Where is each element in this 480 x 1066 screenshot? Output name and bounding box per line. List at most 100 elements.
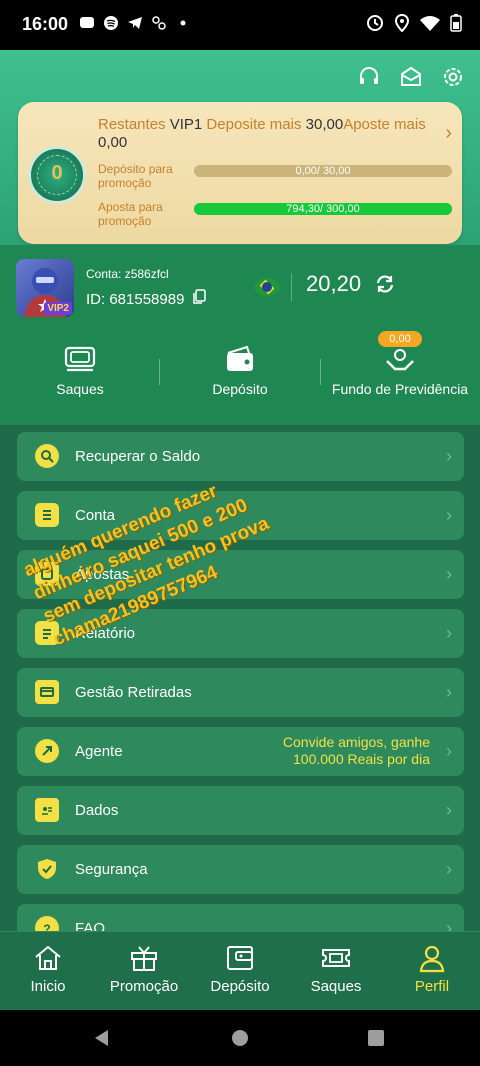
tab-perfil[interactable]: Perfil bbox=[384, 932, 480, 1010]
alarm-icon bbox=[366, 14, 384, 37]
account-value: z586zfcl bbox=[124, 267, 169, 281]
home-icon bbox=[32, 942, 64, 974]
app-screen: 0 Restantes VIP1 Deposite mais 30,00Apos… bbox=[0, 50, 480, 1010]
chevron-right-icon: › bbox=[446, 800, 452, 820]
bet-progress-bar: 794,30/ 300,00 bbox=[194, 203, 452, 215]
menu-item-gestao[interactable]: Gestão Retiradas › bbox=[17, 668, 464, 717]
account-label: Conta: bbox=[86, 267, 122, 281]
vip-level-number: 0 bbox=[51, 162, 63, 184]
bottom-tab-bar: Inicio Promoção Depósito Saques Perfil bbox=[0, 931, 480, 1010]
wifi-icon bbox=[420, 15, 440, 36]
menu-item-agente[interactable]: Agente Convide amigos, ganhe 100.000 Rea… bbox=[17, 727, 464, 776]
headset-icon[interactable] bbox=[357, 65, 381, 89]
divider bbox=[159, 359, 160, 385]
balance-value: 20,20 bbox=[306, 271, 362, 296]
ticket-icon bbox=[320, 942, 352, 974]
menu-label: Recuperar o Saldo bbox=[75, 448, 201, 465]
bet-more-amount: 0,00 bbox=[98, 134, 128, 151]
deposit-progress-label: Depósito para promoção bbox=[98, 162, 173, 190]
tab-promocao[interactable]: Promoção bbox=[96, 932, 192, 1010]
deposit-progress-row: Depósito para promoção 0,00/ 30,00 bbox=[98, 162, 452, 192]
settings-icon[interactable] bbox=[441, 65, 465, 89]
id-label: ID: bbox=[86, 290, 106, 308]
tab-label: Perfil bbox=[414, 978, 450, 995]
gift-icon bbox=[128, 942, 160, 974]
deposito-label: Depósito bbox=[212, 381, 268, 397]
chevron-right-icon[interactable]: › bbox=[445, 122, 452, 145]
bet-progress-row: Aposta para promoção 794,30/ 300,00 bbox=[98, 200, 452, 230]
fundo-button[interactable]: Fundo de Previdência bbox=[325, 331, 475, 425]
refresh-icon[interactable] bbox=[374, 273, 396, 295]
tab-inicio[interactable]: Inicio bbox=[0, 932, 96, 1010]
deposit-more-amount: 30,00 bbox=[305, 116, 344, 133]
chevron-right-icon: › bbox=[446, 682, 452, 702]
menu-item-dados[interactable]: Dados › bbox=[17, 786, 464, 835]
menu-item-seguranca[interactable]: Segurança › bbox=[17, 845, 464, 894]
notification-icon bbox=[78, 14, 96, 32]
profile-header: 0 Restantes VIP1 Deposite mais 30,00Apos… bbox=[0, 50, 480, 245]
vip-card[interactable]: 0 Restantes VIP1 Deposite mais 30,00Apos… bbox=[18, 102, 462, 244]
copy-icon[interactable] bbox=[192, 289, 207, 309]
agent-promo-text: Convide amigos, ganhe 100.000 Reais por … bbox=[282, 734, 430, 767]
chevron-right-icon: › bbox=[446, 859, 452, 879]
home-nav-icon[interactable] bbox=[230, 1028, 250, 1048]
chevron-right-icon: › bbox=[446, 505, 452, 525]
bet-more-label: Aposte mais bbox=[343, 116, 426, 133]
list-icon bbox=[35, 503, 59, 527]
cash-icon bbox=[63, 343, 97, 377]
bet-progress-label: Aposta para promoção bbox=[98, 200, 163, 228]
chevron-right-icon: › bbox=[446, 741, 452, 761]
shield-icon bbox=[35, 857, 59, 881]
recents-icon[interactable] bbox=[366, 1028, 386, 1048]
clock: 16:00 bbox=[22, 14, 69, 34]
back-icon[interactable] bbox=[92, 1028, 112, 1048]
account-line: Conta: z586zfcl bbox=[86, 267, 169, 281]
menu-label: Gestão Retiradas bbox=[75, 684, 192, 701]
person-icon bbox=[416, 942, 448, 974]
brazil-flag-icon bbox=[254, 278, 280, 296]
battery-icon bbox=[450, 14, 462, 37]
chevron-right-icon: › bbox=[446, 564, 452, 584]
chevron-right-icon: › bbox=[446, 446, 452, 466]
tab-label: Inicio bbox=[30, 978, 66, 995]
app-icon bbox=[150, 14, 168, 32]
deposit-more-label: Deposite mais bbox=[206, 116, 302, 133]
wallet-icon bbox=[223, 343, 257, 377]
tab-label: Depósito bbox=[210, 978, 270, 995]
vip-level-badge: 0 bbox=[28, 146, 86, 204]
quick-actions: Saques Depósito 0,00 Fundo de Previdênci… bbox=[0, 331, 480, 425]
avatar-vip-badge: VIP2 bbox=[44, 302, 72, 315]
menu-label: Agente bbox=[75, 743, 123, 760]
status-bar: 16:00 bbox=[0, 0, 480, 50]
account-section: VIP2 Conta: z586zfcl ID: 681558989 20,20… bbox=[0, 245, 480, 425]
search-coin-icon bbox=[35, 444, 59, 468]
notification-icons bbox=[78, 14, 192, 32]
tab-saques[interactable]: Saques bbox=[288, 932, 384, 1010]
tab-label: Promoção bbox=[109, 978, 179, 995]
location-icon bbox=[394, 13, 410, 37]
avatar[interactable]: VIP2 bbox=[16, 259, 74, 317]
menu-label: Segurança bbox=[75, 861, 148, 878]
tab-deposito[interactable]: Depósito bbox=[192, 932, 288, 1010]
card-icon bbox=[35, 680, 59, 704]
bet-progress-value: 794,30/ 300,00 bbox=[286, 203, 360, 215]
system-navigation-bar bbox=[0, 1010, 480, 1066]
tab-label: Saques bbox=[310, 978, 362, 995]
vip-requirement-text: Restantes VIP1 Deposite mais 30,00Aposte… bbox=[98, 116, 438, 152]
menu-label: Dados bbox=[75, 802, 119, 819]
deposit-progress-value: 0,00/ 30,00 bbox=[295, 165, 351, 177]
deposito-button[interactable]: Depósito bbox=[165, 331, 315, 425]
deposit-progress-bar: 0,00/ 30,00 bbox=[194, 165, 452, 177]
divider bbox=[320, 359, 321, 385]
saques-label: Saques bbox=[56, 381, 104, 397]
saques-button[interactable]: Saques bbox=[5, 331, 155, 425]
wallet-icon bbox=[224, 942, 256, 974]
telegram-icon bbox=[126, 14, 144, 32]
next-vip-label: VIP1 bbox=[169, 116, 203, 133]
share-icon bbox=[35, 739, 59, 763]
mail-icon[interactable] bbox=[399, 65, 423, 89]
fundo-label: Fundo de Previdência bbox=[331, 381, 469, 397]
spotify-icon bbox=[102, 14, 120, 32]
id-value: 681558989 bbox=[109, 290, 185, 308]
divider bbox=[291, 273, 292, 301]
